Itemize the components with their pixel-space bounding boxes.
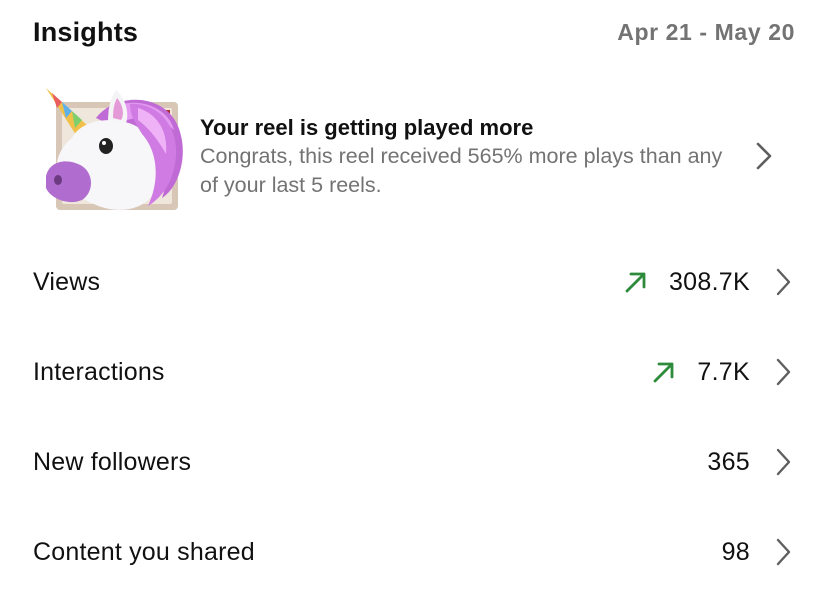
- metric-row-new-followers[interactable]: New followers 365: [0, 432, 828, 492]
- promo-title: Your reel is getting played more: [200, 115, 534, 140]
- metric-value: 365: [707, 447, 750, 476]
- promo-text: Your reel is getting played more Congrat…: [200, 114, 740, 200]
- metric-value-group: 365: [707, 432, 792, 492]
- insights-header: Insights Apr 21 - May 20: [33, 12, 795, 52]
- metric-value: 7.7K: [697, 357, 750, 386]
- reel-promo-card[interactable]: Your reel is getting played more Congrat…: [0, 78, 828, 228]
- trend-up-arrow-icon: [625, 272, 646, 293]
- metric-value-group: 7.7K: [651, 342, 792, 402]
- metric-label: Views: [33, 268, 101, 296]
- metric-label: New followers: [33, 448, 192, 476]
- metric-row-content-shared[interactable]: Content you shared 98: [0, 522, 828, 582]
- trend-up-arrow-icon: [653, 362, 674, 383]
- chevron-right-icon[interactable]: [774, 357, 792, 387]
- metric-value-group: 308.7K: [623, 252, 792, 312]
- metric-value-group: 98: [722, 522, 792, 582]
- page-title: Insights: [33, 16, 139, 47]
- chevron-right-icon[interactable]: [774, 447, 792, 477]
- metric-row-interactions[interactable]: Interactions 7.7K: [0, 342, 828, 402]
- chevron-right-icon[interactable]: [774, 267, 792, 297]
- metric-label: Interactions: [33, 358, 165, 386]
- promo-body: Congrats, this reel received 565% more p…: [200, 144, 723, 197]
- chevron-right-icon[interactable]: [754, 141, 774, 171]
- chevron-right-icon[interactable]: [774, 537, 792, 567]
- metric-label: Content you shared: [33, 538, 255, 566]
- metric-value: 98: [721, 537, 750, 566]
- metric-row-views[interactable]: Views 308.7K: [0, 252, 828, 312]
- date-range[interactable]: Apr 21 - May 20: [617, 19, 795, 46]
- unicorn-icon: [46, 88, 183, 210]
- metric-value: 308.7K: [668, 267, 750, 296]
